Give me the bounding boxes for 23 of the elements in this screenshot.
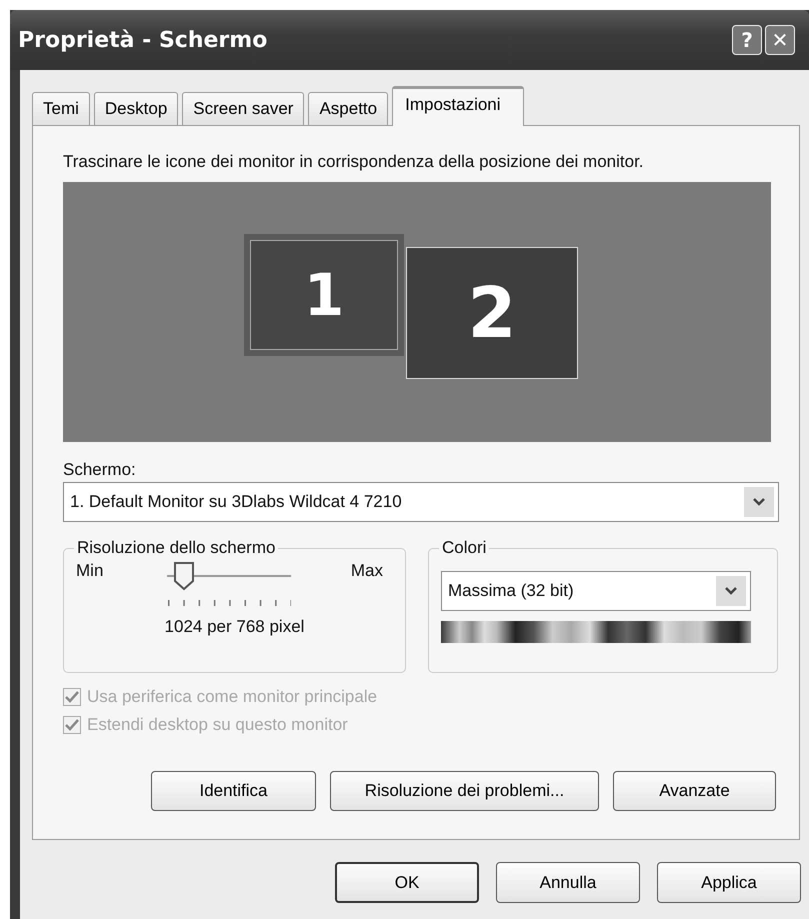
help-button[interactable]: ? xyxy=(732,25,762,55)
monitor-icon[interactable]: 2 xyxy=(406,247,578,379)
panel-button[interactable]: Risoluzione dei problemi... xyxy=(330,771,599,811)
max-label: Max xyxy=(350,561,383,581)
display-label: Schermo: xyxy=(63,460,137,480)
panel-button[interactable]: Identifica xyxy=(151,771,316,811)
resolution-reading: 1024 per 768 pixel xyxy=(164,617,306,637)
tab[interactable]: Screen saver xyxy=(182,92,304,125)
dialog-button[interactable]: Annulla xyxy=(496,862,640,903)
panel-button[interactable]: Avanzate xyxy=(613,771,776,811)
instruction-text: Trascinare le icone dei monitor in corrispondenza della posizione dei monitor. xyxy=(63,152,645,172)
dialog-button[interactable]: Applica xyxy=(657,862,801,903)
min-label: Min xyxy=(76,561,104,581)
tab[interactable]: Aspetto xyxy=(308,92,388,125)
tab[interactable]: Desktop xyxy=(94,92,178,125)
display-dropdown[interactable]: 1. Default Monitor su 3Dlabs Wildcat 4 7210 xyxy=(63,482,779,522)
tab[interactable]: Temi xyxy=(32,92,90,125)
dialog-button[interactable]: OK xyxy=(335,862,479,903)
colors-dropdown[interactable]: Massima (32 bit) xyxy=(441,571,751,611)
tab[interactable]: Impostazioni xyxy=(392,86,524,126)
slider-thumb[interactable] xyxy=(173,561,195,591)
window-title: Proprietà - Schermo xyxy=(18,28,268,52)
close-button[interactable]: ✕ xyxy=(765,25,795,55)
